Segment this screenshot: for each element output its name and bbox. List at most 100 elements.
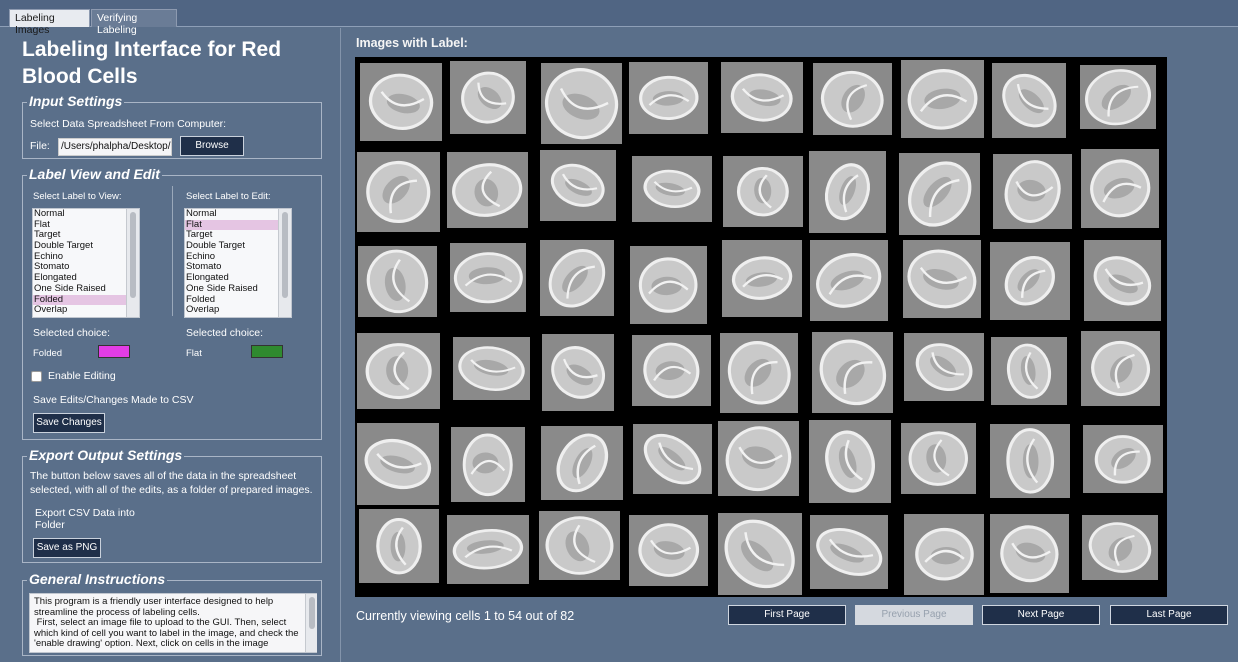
cell-image[interactable] <box>903 514 985 595</box>
list-item[interactable]: One Side Raised <box>185 283 291 295</box>
cell-image[interactable] <box>541 333 614 411</box>
list-item[interactable]: One Side Raised <box>33 283 139 295</box>
save-changes-button[interactable]: Save Changes <box>33 413 105 433</box>
red-blood-cell-icon <box>551 345 605 399</box>
cell-image[interactable] <box>633 423 713 495</box>
scroll-thumb[interactable] <box>130 212 136 298</box>
cell-image[interactable] <box>631 155 712 222</box>
enable-editing-checkbox[interactable] <box>31 371 42 382</box>
cell-image[interactable] <box>810 240 888 322</box>
cell-image[interactable] <box>901 59 985 139</box>
cell-image[interactable] <box>628 62 709 135</box>
cell-image[interactable] <box>357 333 441 410</box>
tab-verifying-labeling[interactable]: Verifying Labeling <box>91 9 177 36</box>
cell-image[interactable] <box>540 426 624 501</box>
cell-image[interactable] <box>992 154 1073 230</box>
cell-image[interactable] <box>449 61 526 135</box>
cell-image[interactable] <box>447 151 528 228</box>
cell-image[interactable] <box>540 150 616 221</box>
red-blood-cell-icon <box>545 516 614 576</box>
cell-image[interactable] <box>628 515 709 586</box>
tab-labeling-images[interactable]: Labeling Images <box>9 9 90 36</box>
cell-image[interactable] <box>1080 149 1159 228</box>
cell-image-grid[interactable] <box>355 57 1167 597</box>
cell-image[interactable] <box>719 333 799 413</box>
cell-image[interactable] <box>1080 330 1160 406</box>
cell-image[interactable] <box>447 515 530 584</box>
red-blood-cell-icon <box>462 433 513 496</box>
cell-image[interactable] <box>1084 239 1161 322</box>
cell-image[interactable] <box>809 514 888 589</box>
cell-image[interactable] <box>901 423 976 495</box>
cell-image[interactable] <box>1080 65 1157 130</box>
cell-image[interactable] <box>990 242 1070 320</box>
file-path-field[interactable]: /Users/phalpha/Desktop/S <box>58 138 172 156</box>
cell-image[interactable] <box>718 513 802 595</box>
cell-image[interactable] <box>721 240 803 317</box>
cell-image[interactable] <box>359 63 443 142</box>
save-as-png-button[interactable]: Save as PNG <box>33 538 101 558</box>
list-item[interactable]: Overlap <box>185 304 291 316</box>
scroll-thumb[interactable] <box>309 597 315 629</box>
red-blood-cell-icon <box>453 252 523 304</box>
cell-image[interactable] <box>1082 514 1159 580</box>
cell-image[interactable] <box>540 239 614 317</box>
cell-image[interactable] <box>538 511 620 581</box>
red-blood-cell-icon <box>730 73 793 122</box>
cell-image[interactable] <box>718 421 800 497</box>
cell-image[interactable] <box>357 246 437 317</box>
cell-image[interactable] <box>903 332 984 401</box>
red-blood-cell-icon <box>366 160 431 223</box>
cell-image[interactable] <box>632 334 712 406</box>
red-blood-cell-icon <box>825 163 871 221</box>
cell-image[interactable] <box>989 513 1069 594</box>
instructions-scrollbar[interactable] <box>305 594 317 652</box>
cell-image[interactable] <box>452 336 530 400</box>
cell-image[interactable] <box>357 151 440 232</box>
cell-image[interactable] <box>1083 424 1163 494</box>
list-item[interactable]: Overlap <box>33 304 139 316</box>
view-list-scrollbar[interactable] <box>126 209 139 317</box>
cell-image[interactable] <box>813 62 892 136</box>
browse-button[interactable]: Browse <box>180 136 244 156</box>
previous-page-button[interactable]: Previous Page <box>855 605 973 625</box>
cell-image[interactable] <box>449 242 527 313</box>
cell-image[interactable] <box>809 151 887 233</box>
next-page-button[interactable]: Next Page <box>982 605 1100 625</box>
export-text-line1: Export CSV Data into <box>35 507 135 519</box>
red-blood-cell-icon <box>736 166 789 217</box>
red-blood-cell-icon <box>639 257 698 313</box>
red-blood-cell-icon <box>638 523 699 578</box>
red-blood-cell-icon <box>1085 69 1152 126</box>
cell-image[interactable] <box>540 62 622 145</box>
cell-image[interactable] <box>451 426 525 503</box>
instructions-textarea[interactable]: This program is a friendly user interfac… <box>29 593 317 653</box>
red-blood-cell-icon <box>1089 159 1150 218</box>
input-settings-group: Input Settings Select Data Spreadsheet F… <box>22 93 322 159</box>
edit-list-scrollbar[interactable] <box>278 209 291 317</box>
export-description: The button below saves all of the data i… <box>30 470 313 496</box>
cell-image[interactable] <box>630 246 707 325</box>
cell-image[interactable] <box>811 332 894 413</box>
page-title: Labeling Interface for Red Blood Cells <box>22 38 282 88</box>
cell-image[interactable] <box>898 152 981 235</box>
cell-image[interactable] <box>721 61 803 133</box>
edit-label-listbox[interactable]: Normal Flat Target Double Target Echino Stoma… <box>184 208 292 318</box>
cell-image[interactable] <box>990 423 1071 498</box>
red-blood-cell-icon <box>816 253 882 309</box>
red-blood-cell-icon <box>1088 521 1152 573</box>
first-page-button[interactable]: First Page <box>728 605 846 625</box>
cell-image[interactable] <box>991 62 1067 138</box>
cell-image[interactable] <box>990 336 1067 406</box>
view-label-listbox[interactable]: Normal Flat Target Double Target Echino Stoma… <box>32 208 140 318</box>
cell-image[interactable] <box>357 422 439 505</box>
cell-image[interactable] <box>903 240 982 319</box>
red-blood-cell-icon <box>643 169 701 208</box>
cell-image[interactable] <box>358 509 439 584</box>
last-page-button[interactable]: Last Page <box>1110 605 1228 625</box>
cell-image[interactable] <box>808 420 892 504</box>
scroll-thumb[interactable] <box>282 212 288 298</box>
tab-bar: Labeling Images Verifying Labeling <box>0 0 1238 36</box>
red-blood-cell-icon <box>819 339 886 406</box>
cell-image[interactable] <box>722 155 803 228</box>
